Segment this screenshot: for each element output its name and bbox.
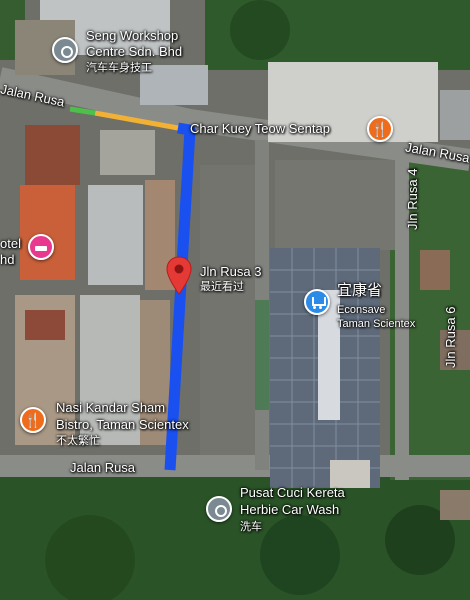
location-pin-icon[interactable] — [52, 37, 78, 63]
poi-car-wash-name-2[interactable]: Herbie Car Wash — [240, 502, 339, 517]
poi-nasi-kandar-name-2[interactable]: Bistro, Taman Scientex — [56, 417, 189, 432]
poi-nasi-kandar-name-1[interactable]: Nasi Kandar Sham — [56, 400, 165, 415]
poi-hotel-name-2[interactable]: hd — [0, 252, 14, 267]
poi-car-wash-sub: 洗车 — [240, 521, 262, 533]
poi-char-kuey-teow-name[interactable]: Char Kuey Teow Sentap — [190, 121, 330, 136]
poi-seng-workshop-name-1[interactable]: Seng Workshop — [86, 28, 178, 43]
road-label-jalan-rusa-bottom: Jalan Rusa — [70, 460, 136, 475]
poi-nasi-kandar-sub: 不太繁忙 — [56, 435, 100, 447]
restaurant-icon[interactable]: 🍴 — [20, 407, 46, 433]
red-map-pin-icon[interactable] — [166, 256, 192, 296]
road-label-jln-rusa-4: Jln Rusa 4 — [405, 168, 420, 230]
shopping-cart-icon[interactable] — [304, 289, 330, 315]
poi-jln-rusa-3-sub: 最近看过 — [200, 281, 244, 293]
poi-jln-rusa-3-name[interactable]: Jln Rusa 3 — [200, 264, 261, 279]
poi-hotel-name-1[interactable]: otel — [0, 236, 21, 251]
poi-seng-workshop-sub: 汽车车身技工 — [86, 62, 152, 74]
map-canvas[interactable]: Jalan Rusa Jalan Rusa Jalan Rusa Jln Rus… — [0, 0, 470, 600]
poi-seng-workshop-name-2[interactable]: Centre Sdn. Bhd — [86, 44, 182, 59]
satellite-imagery — [0, 0, 470, 600]
poi-econsave-name[interactable]: 宜康省 — [337, 283, 382, 298]
road-label-jln-rusa-6: Jln Rusa 6 — [443, 306, 458, 368]
poi-car-wash-name-1[interactable]: Pusat Cuci Kereta — [240, 485, 345, 500]
restaurant-icon[interactable]: 🍴 — [367, 116, 393, 142]
poi-econsave-sub-2: Taman Scientex — [337, 318, 416, 330]
poi-econsave-sub-1: Econsave — [337, 304, 386, 316]
hotel-bed-icon[interactable] — [28, 234, 54, 260]
location-pin-icon[interactable] — [206, 496, 232, 522]
